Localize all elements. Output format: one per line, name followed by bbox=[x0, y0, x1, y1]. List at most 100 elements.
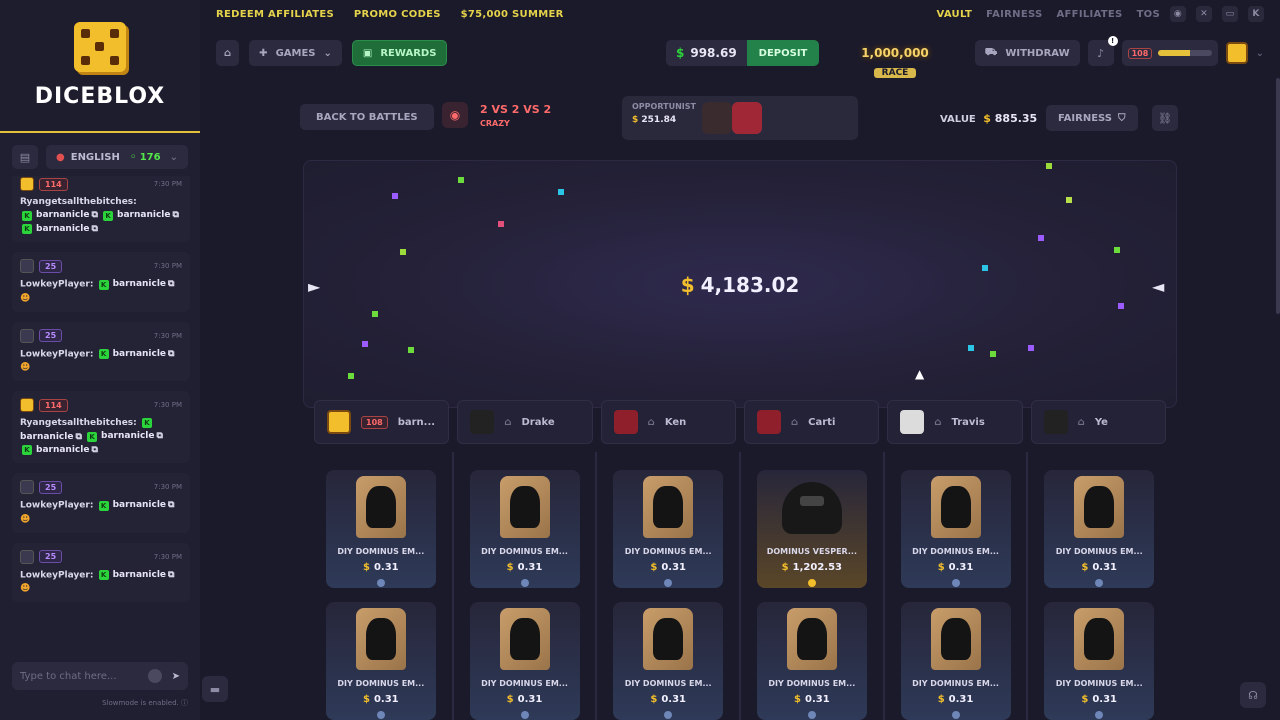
summer-promo-link[interactable]: $75,000 SUMMER bbox=[461, 9, 564, 20]
chat-input-box: ➤ bbox=[12, 662, 188, 690]
rain-icon[interactable]: ▤ bbox=[12, 145, 38, 169]
item-card[interactable]: DIY DOMINUS EM... $0.31 bbox=[900, 602, 1011, 720]
copy-link-button[interactable]: ⛓ bbox=[1152, 105, 1178, 131]
chat-input[interactable] bbox=[20, 670, 148, 682]
xp-progress[interactable]: 108 bbox=[1121, 40, 1218, 66]
chat-message: 25 7:30 PM LowkeyPlayer: Kbarnanicle ⧉ ☻ bbox=[12, 542, 190, 602]
rarity-icon bbox=[951, 579, 960, 587]
rarity-icon bbox=[951, 711, 960, 719]
shield-check-icon: ⛉ bbox=[1118, 112, 1126, 124]
avatar[interactable] bbox=[20, 398, 34, 412]
avatar[interactable] bbox=[20, 328, 34, 343]
player-column: DIY DOMINUS EM... $0.31 DIY DOMINUS EM...… bbox=[454, 452, 598, 720]
emoji-picker-icon[interactable] bbox=[147, 669, 162, 683]
redeem-affiliates-link[interactable]: REDEEM AFFILIATES bbox=[216, 9, 334, 20]
item-card[interactable]: DIY DOMINUS EM... $0.31 bbox=[613, 602, 724, 720]
rarity-icon bbox=[1095, 579, 1104, 587]
language-selector[interactable]: ● ENGLISH ◦ 176 ⌄ bbox=[46, 145, 188, 169]
player-slots: 108 barn... ⌂ Drake ⌂ Ken ⌂ Carti ⌂ Travis ⌂ Y… bbox=[314, 400, 1166, 444]
chat-username[interactable]: LowkeyPlayer: bbox=[20, 501, 93, 511]
promo-codes-link[interactable]: PROMO CODES bbox=[354, 9, 441, 20]
item-card[interactable]: DIY DOMINUS EM... $0.31 bbox=[900, 470, 1011, 588]
affiliates-link[interactable]: AFFILIATES bbox=[1057, 9, 1123, 20]
mention-tag[interactable]: Kbarnanicle ⧉ bbox=[101, 209, 179, 222]
notification-badge: ! bbox=[1107, 36, 1118, 46]
item-card[interactable]: DIY DOMINUS EM... $0.31 bbox=[1044, 470, 1155, 588]
chat-username[interactable]: LowkeyPlayer: bbox=[20, 570, 93, 580]
item-card[interactable]: DIY DOMINUS EM... $0.31 bbox=[469, 470, 580, 588]
mention-tag[interactable]: K bbox=[140, 418, 154, 428]
fairness-link[interactable]: FAIRNESS bbox=[986, 9, 1042, 20]
player-slot[interactable]: ⌂ Ken bbox=[600, 400, 736, 444]
message-time: 7:30 PM bbox=[153, 180, 182, 188]
mention-tag[interactable]: barnanicle ⧉ bbox=[20, 431, 82, 444]
deposit-button[interactable]: DEPOSIT bbox=[746, 40, 820, 66]
item-card[interactable]: DIY DOMINUS EM... $0.31 bbox=[469, 602, 580, 720]
bot-icon: ⌂ bbox=[647, 416, 655, 428]
player-name: barn... bbox=[397, 416, 436, 428]
item-name: DIY DOMINUS EM... bbox=[768, 679, 856, 688]
item-card[interactable]: DIY DOMINUS EM... $0.31 bbox=[325, 470, 436, 588]
player-slot[interactable]: ⌂ Drake bbox=[457, 400, 593, 444]
chat-toggle-icon[interactable]: ▬ bbox=[202, 676, 228, 702]
chat-social-icon[interactable]: ▭ bbox=[1222, 6, 1238, 22]
user-avatar[interactable] bbox=[1225, 42, 1248, 64]
vault-link[interactable]: VAULT bbox=[936, 9, 972, 20]
support-icon[interactable]: ☊ bbox=[1240, 682, 1266, 708]
wallet: $998.69 DEPOSIT bbox=[666, 40, 820, 66]
mode-subtitle: CRAZY bbox=[480, 118, 510, 128]
slowmode-note: Slowmode is enabled. ⓘ bbox=[102, 699, 188, 707]
rewards-button[interactable]: ▣ REWARDS bbox=[351, 40, 448, 66]
item-card[interactable]: DOMINUS VESPER... $1,202.53 bbox=[756, 470, 867, 588]
battle-arena: ► ◄ $4,183.02 bbox=[303, 160, 1177, 408]
mention-tag[interactable]: Kbarnanicle ⧉ bbox=[20, 223, 98, 236]
avatar[interactable] bbox=[20, 259, 34, 273]
back-to-battles-button[interactable]: BACK TO BATTLES bbox=[300, 104, 434, 130]
avatar[interactable] bbox=[20, 177, 34, 191]
withdraw-button[interactable]: ⛟ WITHDRAW bbox=[974, 40, 1080, 66]
item-card[interactable]: DIY DOMINUS EM... $0.31 bbox=[325, 602, 436, 720]
player-slot[interactable]: ⌂ Ye bbox=[1030, 400, 1166, 444]
games-dropdown[interactable]: ✚ GAMES ⌄ bbox=[249, 40, 342, 66]
site-logo[interactable]: DICEBLOX bbox=[0, 0, 200, 133]
send-icon[interactable]: ➤ bbox=[172, 671, 180, 682]
kick-icon[interactable]: K bbox=[1248, 6, 1264, 22]
player-slot[interactable]: 108 barn... bbox=[314, 400, 450, 444]
chat-username[interactable]: LowkeyPlayer: bbox=[20, 349, 93, 359]
notifications-button[interactable]: ♪! bbox=[1087, 36, 1118, 66]
x-icon[interactable]: ✕ bbox=[1196, 6, 1212, 22]
mention-tag[interactable]: Kbarnanicle ⧉ bbox=[97, 569, 174, 582]
item-card[interactable]: DIY DOMINUS EM... $0.31 bbox=[1044, 602, 1155, 720]
mention-tag[interactable]: Kbarnanicle ⧉ bbox=[20, 444, 98, 457]
player-slot[interactable]: ⌂ Carti bbox=[743, 400, 880, 444]
opponent-case-card[interactable]: OPPORTUNIST $ 251.84 bbox=[622, 96, 858, 140]
avatar[interactable] bbox=[20, 480, 34, 494]
player-slot[interactable]: ⌂ Travis bbox=[887, 400, 1023, 444]
message-time: 7:30 PM bbox=[153, 552, 182, 561]
mention-tag[interactable]: Kbarnanicle ⧉ bbox=[97, 499, 174, 512]
mention-tag[interactable]: Kbarnanicle ⧉ bbox=[97, 348, 174, 361]
sidebar: DICEBLOX ▤ ● ENGLISH ◦ 176 ⌄ 114 7:30 PM … bbox=[0, 0, 200, 720]
player-name: Travis bbox=[951, 416, 985, 428]
fairness-button[interactable]: FAIRNESS ⛉ bbox=[1046, 105, 1138, 131]
page-scrollbar[interactable] bbox=[1276, 78, 1280, 314]
chat-controls: ▤ ● ENGLISH ◦ 176 ⌄ bbox=[0, 133, 200, 177]
chat-username[interactable]: Ryangetsallthebitches: bbox=[20, 418, 137, 428]
mention-tag[interactable]: Kbarnanicle ⧉ bbox=[85, 430, 163, 443]
avatar bbox=[900, 410, 925, 434]
home-button[interactable]: ⌂ bbox=[216, 40, 240, 66]
item-image bbox=[1074, 608, 1125, 670]
item-card[interactable]: DIY DOMINUS EM... $0.31 bbox=[756, 602, 867, 720]
item-name: DIY DOMINUS EM... bbox=[624, 679, 712, 688]
chevron-down-icon[interactable]: ⌄ bbox=[1256, 48, 1264, 59]
discord-icon[interactable]: ◉ bbox=[1170, 6, 1186, 22]
mention-tag[interactable]: Kbarnanicle ⧉ bbox=[97, 278, 174, 291]
mention-tag[interactable]: Kbarnanicle ⧉ bbox=[20, 209, 98, 222]
chat-username[interactable]: LowkeyPlayer: bbox=[20, 280, 93, 290]
chat-username[interactable]: Ryangetsallthebitches: bbox=[20, 197, 137, 207]
item-price: $0.31 bbox=[506, 694, 543, 705]
race-banner[interactable]: 1,000,000 RACE bbox=[852, 32, 938, 78]
tos-link[interactable]: TOS bbox=[1137, 9, 1160, 20]
avatar[interactable] bbox=[20, 549, 34, 564]
item-card[interactable]: DIY DOMINUS EM... $0.31 bbox=[613, 470, 724, 588]
